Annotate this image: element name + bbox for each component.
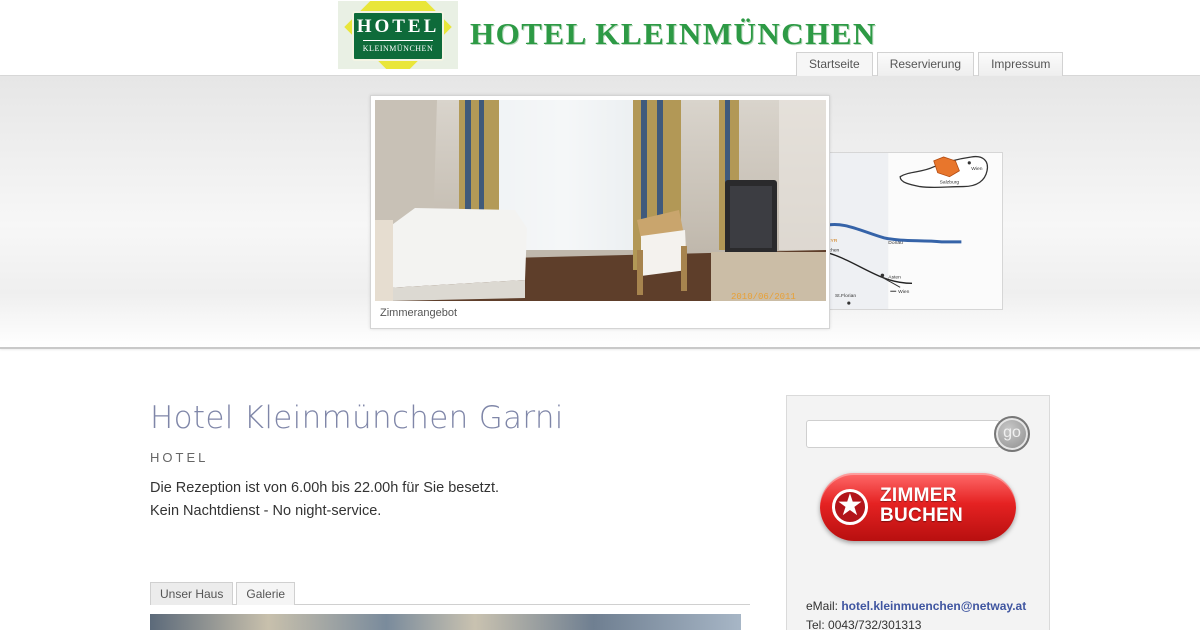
map-label-donau: Donau [888,240,903,246]
nav-tab-impressum[interactable]: Impressum [978,52,1064,76]
logo-divider [363,40,433,41]
tab-galerie[interactable]: Galerie [236,582,296,605]
search-input[interactable] [806,420,1000,448]
nav-tab-startseite[interactable]: Startseite [796,52,873,76]
tel-value: 0043/732/301313 [828,618,922,630]
sidebar: go ★ ZIMMER BUCHEN eMail: hotel.kleinmue… [786,395,1050,630]
map-label-salzburg: Salzburg [940,180,960,186]
email-row: eMail: hotel.kleinmuenchen@netway.at [806,597,1026,616]
tel-label: Tel: [806,618,829,630]
book-line1: ZIMMER [880,485,957,506]
map-label-asten: Asten [888,274,901,280]
book-room-label: ZIMMER BUCHEN [880,486,963,526]
book-line2: BUCHEN [880,505,964,526]
content-tabs: Unser Haus Galerie [150,582,750,605]
contact-info: eMail: hotel.kleinmuenchen@netway.at Tel… [806,597,1026,630]
reception-hours-text: Die Rezeption ist von 6.00h bis 22.00h f… [150,480,500,496]
book-room-button[interactable]: ★ ZIMMER BUCHEN [820,473,1016,541]
tab-unser-haus[interactable]: Unser Haus [150,582,234,605]
logo-badge-line2: KLEINMÜNCHEN [362,44,434,53]
page-title: Hotel Kleinmünchen Garni [150,400,564,436]
search-go-button[interactable]: go [994,416,1030,452]
nav-tab-reservierung[interactable]: Reservierung [876,52,975,76]
slider-main-card[interactable]: 2010/06/2011 Zimmerangebot [370,95,830,329]
star-icon: ★ [836,489,864,522]
map-label-st-florian: St.Florian [835,293,856,299]
site-name[interactable]: HOTEL KLEINMÜNCHEN [470,16,877,52]
map-label-wien: Wien [898,289,909,295]
slide-caption: Zimmerangebot [380,307,458,319]
room-photo: 2010/06/2011 [375,100,826,301]
logo-badge-line1: HOTEL [356,16,440,37]
main-content: Hotel Kleinmünchen Garni HOTEL Die Rezep… [150,400,750,523]
slider-map-card[interactable]: Wien Salzburg MEYR ünchen Donau Asten Wi… [822,152,1003,310]
logo-plate: HOTEL KLEINMÜNCHEN [352,11,444,61]
building-photo [150,614,741,630]
photo-datestamp: 2010/06/2011 [731,292,796,301]
page-subtitle: HOTEL [150,450,209,465]
site-header: HOTEL KLEINMÜNCHEN HOTEL KLEINMÜNCHEN St… [0,0,1200,76]
austria-map-image: Wien Salzburg MEYR ünchen Donau Asten Wi… [823,153,1002,309]
night-service-text: Kein Nachtdienst - No night-service. [150,503,382,519]
hotel-logo-badge[interactable]: HOTEL KLEINMÜNCHEN [338,1,458,69]
reception-info: Die Rezeption ist von 6.00h bis 22.00h f… [150,477,750,523]
email-link[interactable]: hotel.kleinmuenchen@netway.at [841,599,1026,613]
room-photo-drawing: 2010/06/2011 [375,100,826,301]
email-label: eMail: [806,599,842,613]
main-nav: Startseite Reservierung Impressum [796,52,1064,76]
phone-row: Tel: 0043/732/301313 [806,616,1026,630]
map-label-wien-top: Wien [971,166,982,172]
